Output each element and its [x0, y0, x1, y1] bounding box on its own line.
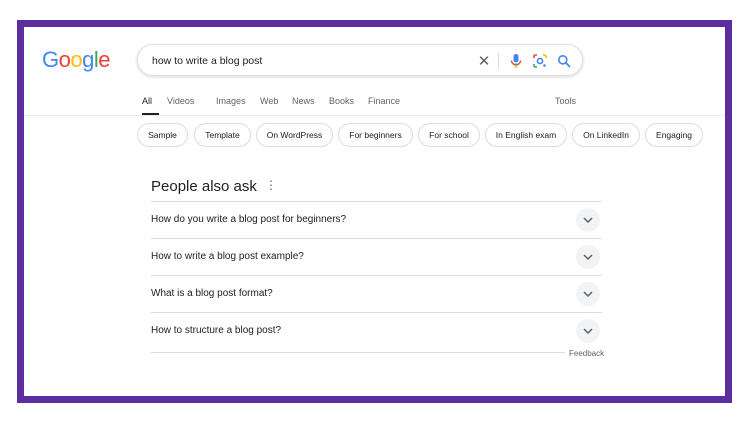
tab-images[interactable]: Images	[216, 96, 246, 106]
tab-news[interactable]: News	[292, 96, 315, 106]
chevron-down-icon[interactable]	[576, 282, 600, 306]
search-tabs: All Videos Images Web News Books Finance…	[142, 96, 725, 116]
question-row[interactable]: How to structure a blog post?	[151, 312, 602, 349]
chip-on-linkedin[interactable]: On LinkedIn	[572, 123, 640, 147]
lens-icon[interactable]	[530, 51, 550, 71]
question-row[interactable]: How do you write a blog post for beginne…	[151, 201, 602, 238]
tools-button[interactable]: Tools	[555, 96, 576, 106]
logo-letter: o	[70, 47, 83, 72]
search-input[interactable]	[152, 52, 452, 70]
chip-in-english-exam[interactable]: In English exam	[485, 123, 567, 147]
search-box-divider	[498, 53, 499, 69]
tab-books[interactable]: Books	[329, 96, 354, 106]
google-logo[interactable]: Google	[42, 47, 111, 73]
more-vert-icon[interactable]: ⋮	[265, 178, 277, 192]
people-also-ask-title: People also ask	[151, 178, 257, 195]
question-text: How to structure a blog post?	[151, 325, 282, 336]
feedback-link[interactable]: Feedback	[565, 349, 605, 358]
paa-bottom-divider	[151, 352, 602, 353]
chevron-down-icon[interactable]	[576, 245, 600, 269]
search-icon[interactable]	[554, 51, 574, 71]
search-results-page: Google ✕	[24, 27, 725, 396]
chip-template[interactable]: Template	[194, 123, 251, 147]
tab-all[interactable]: All	[142, 96, 152, 106]
screenshot-frame: Google ✕	[17, 20, 732, 403]
question-row[interactable]: What is a blog post format?	[151, 275, 602, 312]
chip-engaging[interactable]: Engaging	[645, 123, 703, 147]
logo-letter: o	[58, 47, 71, 72]
question-text: How to write a blog post example?	[151, 251, 304, 262]
tab-web[interactable]: Web	[260, 96, 278, 106]
chip-for-school[interactable]: For school	[418, 123, 480, 147]
chip-sample[interactable]: Sample	[137, 123, 188, 147]
question-text: What is a blog post format?	[151, 288, 273, 299]
logo-letter: g	[82, 47, 94, 72]
chip-on-wordpress[interactable]: On WordPress	[256, 123, 333, 147]
question-row[interactable]: How to write a blog post example?	[151, 238, 602, 275]
close-icon[interactable]: ✕	[474, 51, 494, 71]
logo-letter: G	[42, 47, 59, 72]
chevron-down-icon[interactable]	[576, 208, 600, 232]
tab-videos[interactable]: Videos	[167, 96, 194, 106]
chevron-down-icon[interactable]	[576, 319, 600, 343]
tab-finance[interactable]: Finance	[368, 96, 400, 106]
tabs-divider	[24, 115, 725, 116]
logo-letter: e	[98, 47, 111, 72]
search-box: ✕	[137, 44, 583, 76]
mic-icon[interactable]	[506, 51, 526, 71]
question-text: How do you write a blog post for beginne…	[151, 214, 347, 225]
chip-for-beginners[interactable]: For beginners	[338, 123, 413, 147]
